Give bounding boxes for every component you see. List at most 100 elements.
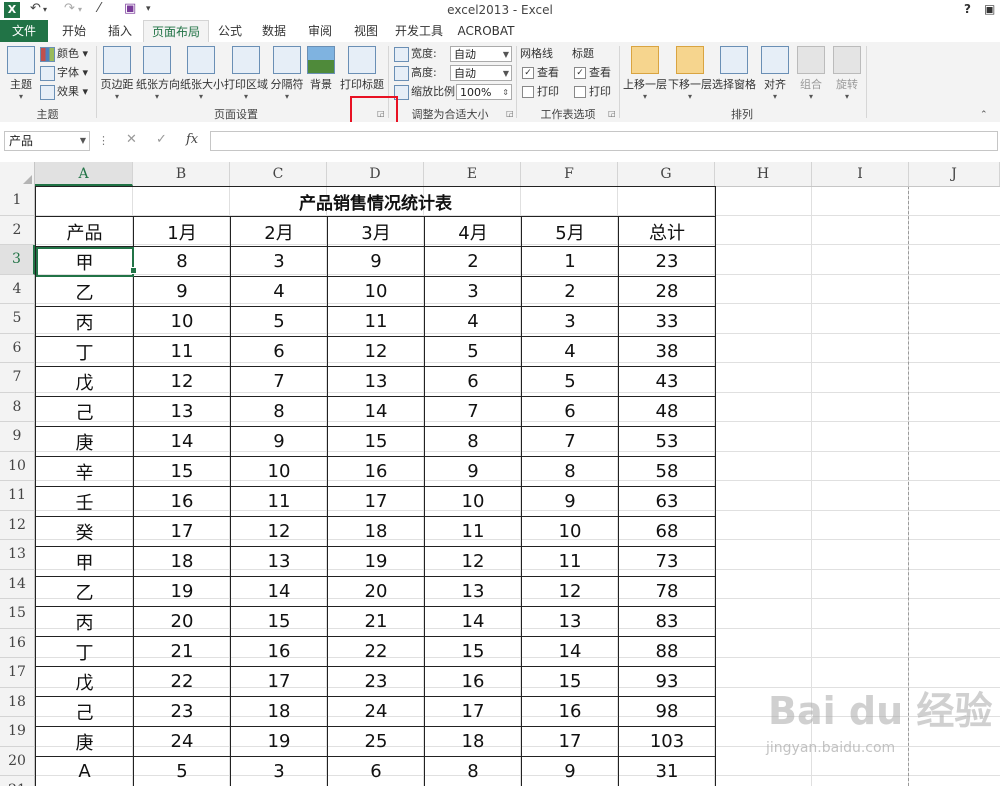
total-cell[interactable]: 73 bbox=[618, 546, 716, 577]
value-cell[interactable]: 15 bbox=[230, 606, 328, 637]
table-title[interactable]: 产品销售情况统计表 bbox=[35, 186, 716, 217]
value-cell[interactable]: 15 bbox=[424, 636, 522, 667]
value-cell[interactable]: 4 bbox=[521, 336, 619, 367]
value-cell[interactable]: 12 bbox=[133, 366, 231, 397]
product-cell[interactable]: 癸 bbox=[35, 516, 134, 547]
breaks-button[interactable]: 分隔符 ▾ bbox=[270, 46, 304, 102]
value-cell[interactable]: 11 bbox=[230, 486, 328, 517]
value-cell[interactable]: 6 bbox=[230, 336, 328, 367]
column-header-j[interactable]: J bbox=[909, 162, 1000, 186]
value-cell[interactable]: 16 bbox=[230, 636, 328, 667]
paper-size-button[interactable]: 纸张大小 ▾ bbox=[180, 46, 224, 102]
group-objects-button[interactable]: 组合 ▾ bbox=[796, 46, 826, 102]
formula-input[interactable] bbox=[210, 131, 998, 151]
headings-print-checkbox[interactable]: 打印 bbox=[574, 83, 611, 101]
product-cell[interactable]: A bbox=[35, 756, 134, 786]
tab-view[interactable]: 视图 bbox=[344, 20, 388, 42]
tab-review[interactable]: 审阅 bbox=[298, 20, 342, 42]
value-cell[interactable]: 20 bbox=[327, 576, 425, 607]
header-cell[interactable]: 4月 bbox=[424, 216, 522, 247]
tab-formulas[interactable]: 公式 bbox=[210, 20, 250, 42]
value-cell[interactable]: 12 bbox=[424, 546, 522, 577]
insert-function-button[interactable]: fx bbox=[186, 132, 198, 147]
collapse-ribbon-icon[interactable]: ⌃ bbox=[980, 110, 988, 120]
theme-fonts-button[interactable]: 字体 ▾ bbox=[40, 64, 88, 82]
row-header[interactable]: 18 bbox=[0, 687, 35, 717]
value-cell[interactable]: 16 bbox=[424, 666, 522, 697]
value-cell[interactable]: 25 bbox=[327, 726, 425, 757]
value-cell[interactable]: 22 bbox=[327, 636, 425, 667]
row-header[interactable]: 9 bbox=[0, 422, 35, 452]
row-header[interactable]: 4 bbox=[0, 274, 35, 304]
product-cell[interactable]: 乙 bbox=[35, 276, 134, 307]
value-cell[interactable]: 7 bbox=[230, 366, 328, 397]
value-cell[interactable]: 15 bbox=[133, 456, 231, 487]
theme-effects-button[interactable]: 效果 ▾ bbox=[40, 83, 88, 101]
row-header[interactable]: 14 bbox=[0, 569, 35, 599]
print-titles-button[interactable]: 打印标题 bbox=[340, 46, 384, 102]
sheet-options-dialog-launcher-icon[interactable]: ◲ bbox=[608, 110, 616, 118]
product-cell[interactable]: 己 bbox=[35, 696, 134, 727]
row-header[interactable]: 19 bbox=[0, 717, 35, 747]
value-cell[interactable]: 10 bbox=[521, 516, 619, 547]
value-cell[interactable]: 8 bbox=[230, 396, 328, 427]
value-cell[interactable]: 18 bbox=[133, 546, 231, 577]
value-cell[interactable]: 5 bbox=[230, 306, 328, 337]
column-header-d[interactable]: D bbox=[327, 162, 424, 186]
column-header-i[interactable]: I bbox=[812, 162, 909, 186]
value-cell[interactable]: 12 bbox=[230, 516, 328, 547]
value-cell[interactable]: 13 bbox=[521, 606, 619, 637]
value-cell[interactable]: 21 bbox=[327, 606, 425, 637]
value-cell[interactable]: 15 bbox=[521, 666, 619, 697]
value-cell[interactable]: 11 bbox=[521, 546, 619, 577]
product-cell[interactable]: 甲 bbox=[35, 246, 134, 277]
product-cell[interactable]: 戊 bbox=[35, 366, 134, 397]
header-cell[interactable]: 2月 bbox=[230, 216, 328, 247]
value-cell[interactable]: 11 bbox=[424, 516, 522, 547]
product-cell[interactable]: 乙 bbox=[35, 576, 134, 607]
value-cell[interactable]: 2 bbox=[521, 276, 619, 307]
total-cell[interactable]: 31 bbox=[618, 756, 716, 786]
value-cell[interactable]: 9 bbox=[521, 756, 619, 786]
value-cell[interactable]: 8 bbox=[133, 246, 231, 277]
value-cell[interactable]: 5 bbox=[424, 336, 522, 367]
total-cell[interactable]: 58 bbox=[618, 456, 716, 487]
header-cell[interactable]: 3月 bbox=[327, 216, 425, 247]
rotate-button[interactable]: 旋转 ▾ bbox=[832, 46, 862, 102]
row-header[interactable]: 6 bbox=[0, 333, 35, 363]
cancel-entry-button[interactable]: ✕ bbox=[126, 132, 137, 147]
total-cell[interactable]: 103 bbox=[618, 726, 716, 757]
select-all-button[interactable] bbox=[0, 162, 35, 186]
value-cell[interactable]: 20 bbox=[133, 606, 231, 637]
value-cell[interactable]: 13 bbox=[424, 576, 522, 607]
value-cell[interactable]: 24 bbox=[327, 696, 425, 727]
product-cell[interactable]: 丁 bbox=[35, 636, 134, 667]
row-header[interactable]: 17 bbox=[0, 658, 35, 688]
value-cell[interactable]: 10 bbox=[133, 306, 231, 337]
value-cell[interactable]: 9 bbox=[424, 456, 522, 487]
row-header[interactable]: 20 bbox=[0, 746, 35, 776]
value-cell[interactable]: 17 bbox=[133, 516, 231, 547]
column-header-g[interactable]: G bbox=[618, 162, 715, 186]
product-cell[interactable]: 庚 bbox=[35, 726, 134, 757]
value-cell[interactable]: 10 bbox=[230, 456, 328, 487]
value-cell[interactable]: 22 bbox=[133, 666, 231, 697]
background-button[interactable]: 背景 bbox=[306, 46, 336, 102]
total-cell[interactable]: 68 bbox=[618, 516, 716, 547]
total-cell[interactable]: 63 bbox=[618, 486, 716, 517]
value-cell[interactable]: 4 bbox=[230, 276, 328, 307]
value-cell[interactable]: 16 bbox=[521, 696, 619, 727]
tab-home[interactable]: 开始 bbox=[52, 20, 96, 42]
value-cell[interactable]: 3 bbox=[230, 756, 328, 786]
column-header-a[interactable]: A bbox=[35, 162, 133, 186]
total-cell[interactable]: 28 bbox=[618, 276, 716, 307]
value-cell[interactable]: 17 bbox=[327, 486, 425, 517]
value-cell[interactable]: 18 bbox=[424, 726, 522, 757]
gridlines-view-checkbox[interactable]: ✓ 查看 bbox=[522, 64, 559, 82]
theme-colors-button[interactable]: 颜色 ▾ bbox=[40, 45, 88, 63]
total-cell[interactable]: 43 bbox=[618, 366, 716, 397]
total-cell[interactable]: 88 bbox=[618, 636, 716, 667]
row-header[interactable]: 10 bbox=[0, 451, 35, 481]
total-cell[interactable]: 53 bbox=[618, 426, 716, 457]
header-cell[interactable]: 总计 bbox=[618, 216, 716, 247]
